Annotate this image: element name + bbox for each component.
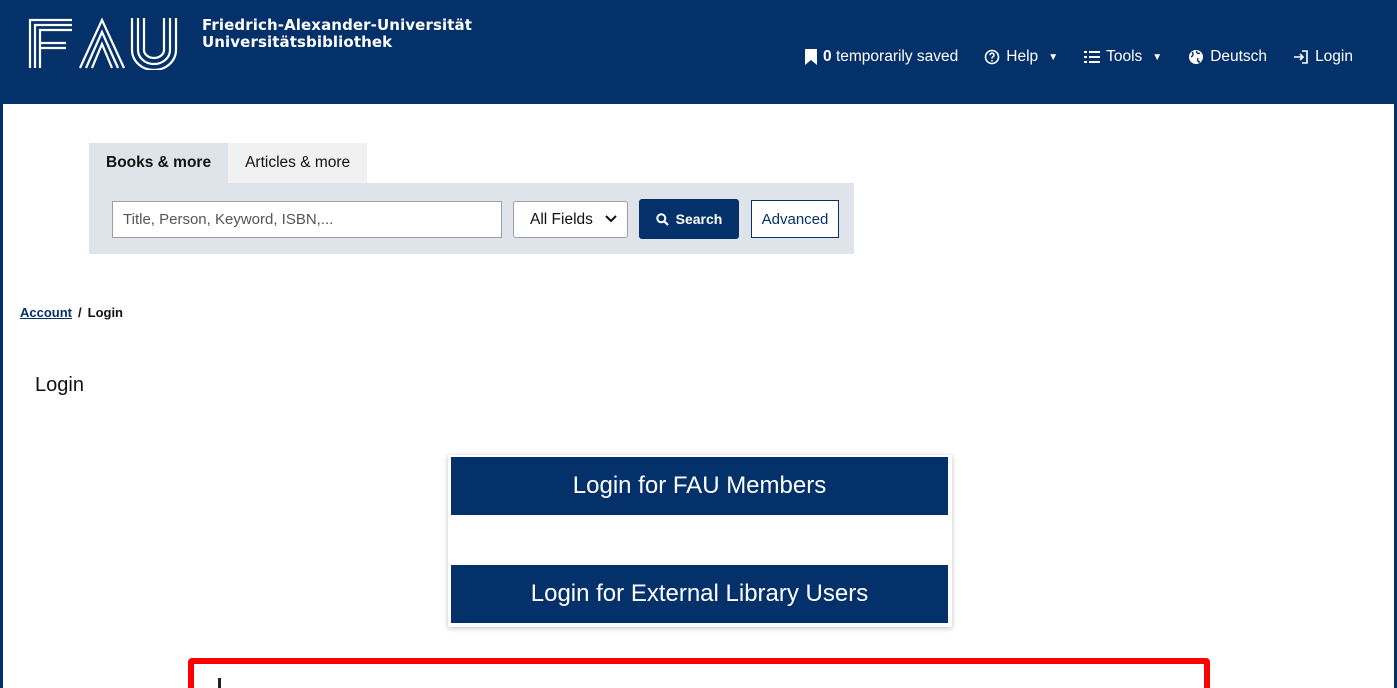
language-label: Deutsch [1210,48,1268,65]
globe-icon [1189,50,1204,64]
chevron-down-icon [605,215,617,223]
breadcrumb: Account / Login [20,305,123,320]
search-button-label: Search [675,211,723,227]
login-external-users-button[interactable]: Login for External Library Users [451,565,948,623]
nav-language[interactable]: Deutsch [1188,48,1267,66]
search-field-select[interactable]: All Fields [513,201,628,238]
login-fau-members-button[interactable]: Login for FAU Members [451,457,948,515]
nav-tools[interactable]: Tools ▼ [1084,48,1162,66]
notice-text-fragment [218,678,221,688]
login-label: Login [1315,48,1353,65]
page-title: Login [35,374,84,396]
search-field-value: All Fields [530,210,593,228]
search-button[interactable]: Search [639,199,739,239]
search-icon [655,212,669,226]
advanced-search-button[interactable]: Advanced [751,200,839,238]
sign-in-icon [1294,50,1308,64]
list-icon [1084,51,1101,63]
brand-text[interactable]: Friedrich-Alexander-Universität Universi… [202,17,472,51]
caret-down-icon: ▼ [1048,51,1059,63]
highlighted-notice-box [188,658,1210,688]
top-nav: 0 temporarily saved Help ▼ Tools ▼ Deuts… [805,46,1353,68]
breadcrumb-account-link[interactable]: Account [20,305,72,320]
nav-saved-items[interactable]: 0 temporarily saved [805,48,958,66]
nav-login[interactable]: Login [1293,48,1353,66]
breadcrumb-current: Login [87,305,124,320]
bookmark-icon [805,49,818,65]
caret-down-icon: ▼ [1152,51,1163,63]
tools-label: Tools [1106,48,1143,65]
search-tabs: Books & more Articles & more [89,143,368,183]
saved-count: 0 [823,48,832,65]
saved-label: temporarily saved [835,48,959,65]
tab-articles[interactable]: Articles & more [228,143,368,183]
login-options-card: Login for FAU Members Login for External… [448,455,952,627]
fau-logo-icon[interactable] [28,16,188,70]
question-circle-icon [984,49,1000,65]
brand-line-university: Friedrich-Alexander-Universität [202,16,472,34]
search-input[interactable] [112,201,502,238]
search-panel: All Fields Search Advanced [89,183,854,254]
tab-books[interactable]: Books & more [89,143,229,183]
brand-line-library: Universitätsbibliothek [202,33,393,51]
help-label: Help [1006,48,1039,65]
site-header: Friedrich-Alexander-Universität Universi… [0,0,1397,104]
breadcrumb-separator: / [78,305,82,320]
nav-help[interactable]: Help ▼ [984,48,1058,66]
